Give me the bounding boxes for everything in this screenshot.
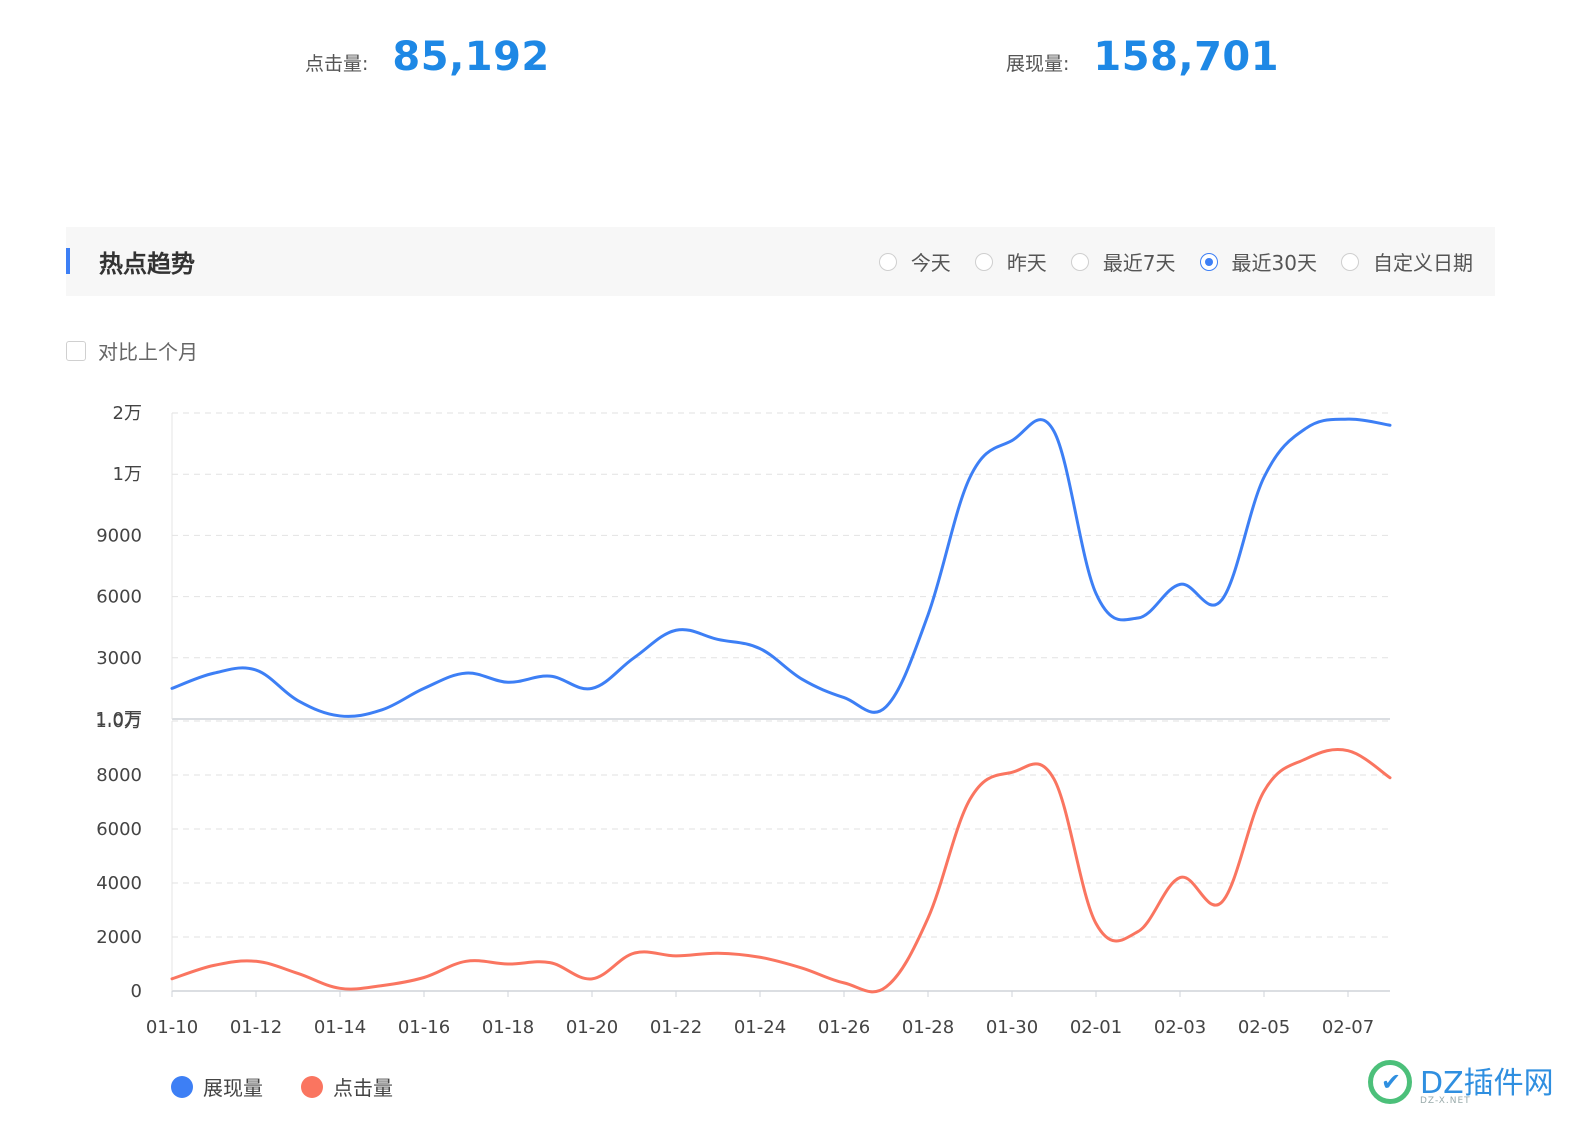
clicks-series-line (170, 748, 1392, 994)
legend-dot-icon (171, 1075, 193, 1098)
watermark-logo: ✔ DZ插件网 DZ-X.NET (1368, 1058, 1558, 1114)
y-tick-label: 8000 (96, 765, 142, 786)
legend-label: 点击量 (333, 1076, 393, 1100)
trend-chart: 1.0万3000600090001万2万020004000600080001.0… (95, 403, 1392, 1038)
legend-dot-icon (301, 1075, 323, 1098)
check-icon: ✔ (1381, 1068, 1402, 1096)
x-tick-label: 01-26 (818, 1017, 870, 1038)
x-tick-label: 02-05 (1238, 1017, 1290, 1038)
x-tick-label: 02-03 (1154, 1017, 1206, 1038)
y-tick-label: 1万 (113, 464, 142, 485)
legend-label: 展现量 (203, 1076, 263, 1100)
y-tick-label: 6000 (96, 587, 142, 608)
x-tick-label: 01-18 (482, 1017, 534, 1038)
y-tick-label: 2000 (96, 927, 142, 948)
x-tick-label: 01-28 (902, 1017, 954, 1038)
x-tick-label: 01-20 (566, 1017, 618, 1038)
y-tick-label: 1.0万 (95, 711, 142, 732)
y-tick-label: 0 (131, 981, 142, 1002)
x-tick-label: 02-01 (1070, 1017, 1122, 1038)
y-tick-label: 3000 (96, 648, 142, 669)
x-tick-label: 01-10 (146, 1017, 198, 1038)
legend-item-clicks[interactable]: 点击量 (301, 1072, 393, 1101)
x-tick-label: 01-14 (314, 1017, 366, 1038)
x-tick-label: 01-22 (650, 1017, 702, 1038)
x-tick-label: 01-16 (398, 1017, 450, 1038)
x-tick-label: 01-12 (230, 1017, 282, 1038)
y-tick-label: 2万 (113, 403, 142, 424)
x-tick-label: 01-30 (986, 1017, 1038, 1038)
y-tick-label: 6000 (96, 819, 142, 840)
impressions-series-line (170, 417, 1392, 718)
x-tick-label: 01-24 (734, 1017, 786, 1038)
y-tick-label: 9000 (96, 525, 142, 546)
y-tick-label: 4000 (96, 873, 142, 894)
watermark-sub: DZ-X.NET (1420, 1096, 1471, 1106)
legend-item-impressions[interactable]: 展现量 (171, 1072, 263, 1101)
x-tick-label: 02-07 (1322, 1017, 1374, 1038)
